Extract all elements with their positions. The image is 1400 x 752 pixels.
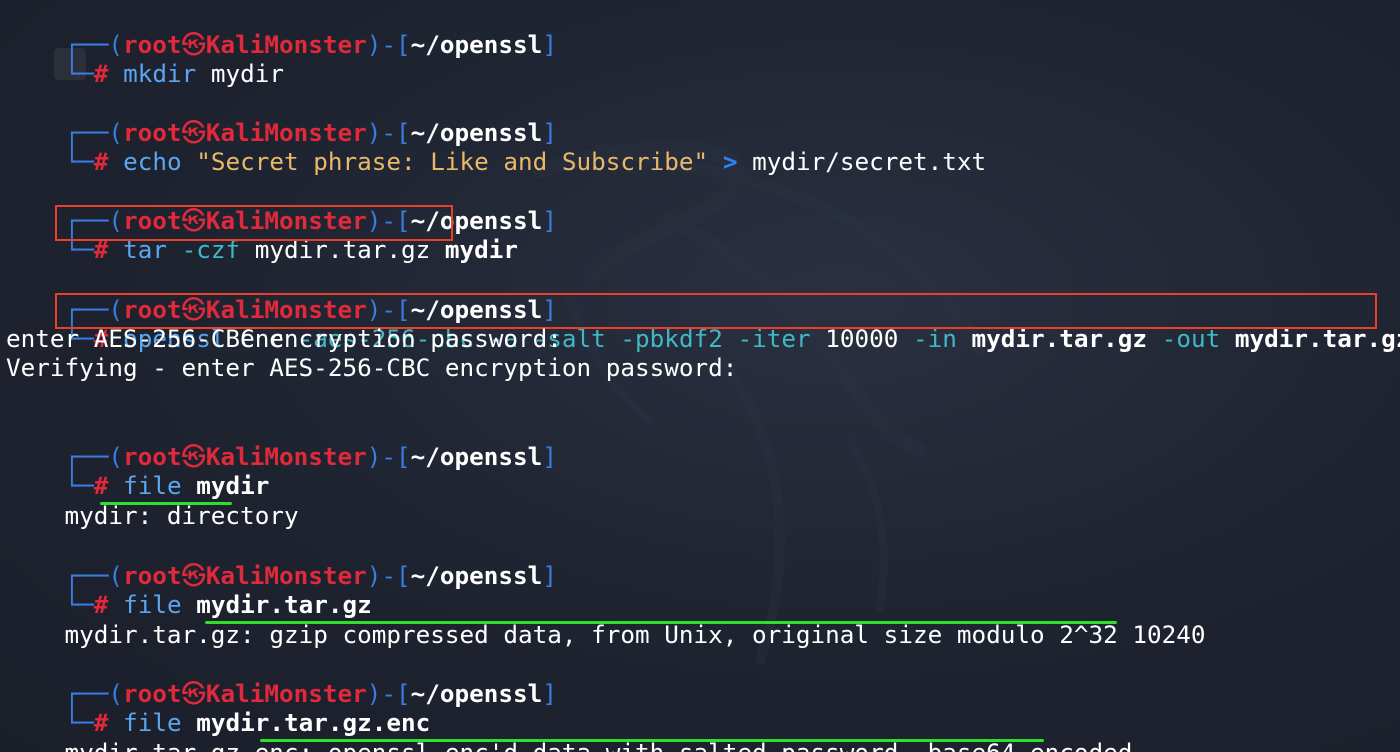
prompt-header-4: ┌──(root㉿KaliMonster)-[~/openssl] bbox=[6, 265, 557, 324]
command-name: mkdir bbox=[123, 59, 197, 88]
command-line-2[interactable]: └─# echo "Secret phrase: Like and Subscr… bbox=[6, 117, 987, 176]
prompt-header-6: ┌──(root㉿KaliMonster)-[~/openssl] bbox=[6, 531, 557, 590]
output-value: directory bbox=[166, 501, 299, 530]
command-target: mydir bbox=[444, 235, 519, 264]
prompt-frame: ] bbox=[542, 206, 557, 235]
prompt-frame: └─ bbox=[64, 59, 94, 88]
output-value: gzip compressed data, from Unix, origina… bbox=[269, 620, 1206, 649]
underline-gzip bbox=[205, 621, 1117, 624]
prompt-frame: )-[ bbox=[366, 30, 411, 59]
command-args: mydir bbox=[196, 59, 284, 88]
prompt-path: ~/openssl bbox=[410, 442, 543, 471]
command-name: echo bbox=[123, 147, 182, 176]
prompt-frame: ] bbox=[542, 679, 557, 708]
prompt-path: ~/openssl bbox=[410, 679, 543, 708]
terminal-window[interactable]: ┌──(root㉿KaliMonster)-[~/openssl] └─# mk… bbox=[0, 0, 1400, 752]
prompt-frame: ] bbox=[542, 30, 557, 59]
command-line-7[interactable]: └─# file mydir.tar.gz.enc bbox=[6, 678, 431, 737]
prompt-header-3: ┌──(root㉿KaliMonster)-[~/openssl] bbox=[6, 176, 557, 235]
prompt-header-5: ┌──(root㉿KaliMonster)-[~/openssl] bbox=[6, 412, 557, 471]
prompt-frame: ] bbox=[542, 561, 557, 590]
underline-directory bbox=[100, 502, 232, 505]
command-string: "Secret phrase: Like and Subscribe" bbox=[181, 147, 709, 176]
output-line: mydir: directory bbox=[6, 471, 299, 530]
output-prefix: mydir.tar.gz: bbox=[64, 620, 270, 649]
command-line-5[interactable]: └─# file mydir bbox=[6, 441, 270, 500]
command-line-1[interactable]: └─# mkdir mydir bbox=[6, 29, 284, 88]
prompt-frame: )-[ bbox=[366, 561, 411, 590]
output-line: mydir.tar.gz: gzip compressed data, from… bbox=[6, 590, 1206, 649]
output-line: Verifying - enter AES-256-CBC encryption… bbox=[6, 353, 738, 382]
prompt-frame: )-[ bbox=[366, 442, 411, 471]
prompt-header-2: ┌──(root㉿KaliMonster)-[~/openssl] bbox=[6, 88, 557, 147]
prompt-frame: ] bbox=[542, 442, 557, 471]
prompt-frame: └─ bbox=[64, 147, 94, 176]
prompt-hash: # bbox=[93, 147, 109, 176]
underline-openssl-enc bbox=[260, 739, 1044, 742]
command-line-6[interactable]: └─# file mydir.tar.gz bbox=[6, 560, 372, 619]
prompt-header-1: ┌──(root㉿KaliMonster)-[~/openssl] bbox=[6, 0, 557, 59]
output-prefix: mydir: bbox=[64, 501, 167, 530]
highlight-box-tar bbox=[55, 205, 453, 241]
command-args: mydir/secret.txt bbox=[737, 147, 987, 176]
output-line: mydir.tar.gz.enc: openssl enc'd data wit… bbox=[6, 708, 1133, 752]
prompt-header-7: ┌──(root㉿KaliMonster)-[~/openssl] bbox=[6, 649, 557, 708]
output-line: enter AES-256-CBC encryption password: bbox=[6, 324, 562, 353]
prompt-path: ~/openssl bbox=[410, 561, 543, 590]
command-redirect: > bbox=[708, 147, 738, 176]
prompt-path: ~/openssl bbox=[410, 30, 543, 59]
prompt-hash: # bbox=[93, 59, 109, 88]
